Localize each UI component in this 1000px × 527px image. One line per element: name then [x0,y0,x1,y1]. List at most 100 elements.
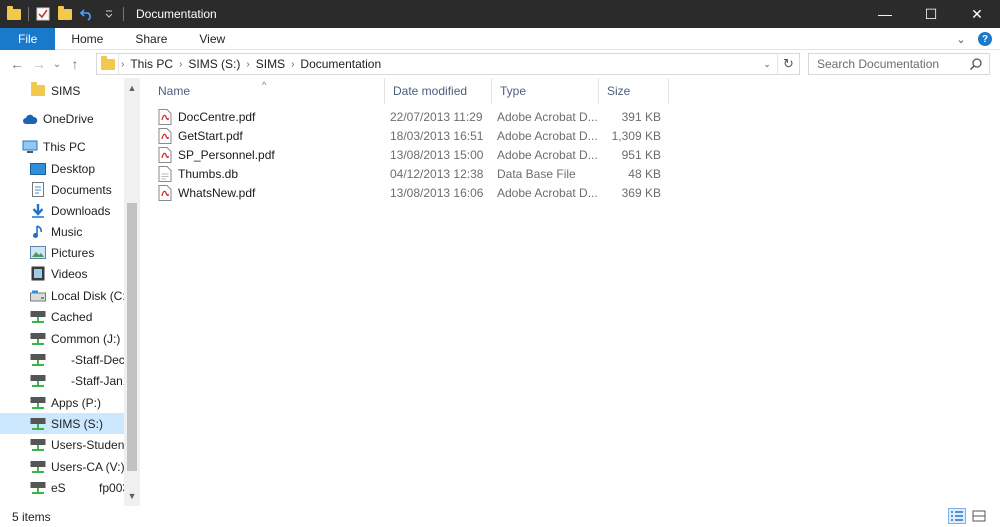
close-button[interactable]: ✕ [954,0,1000,28]
column-header-name[interactable]: Name [150,78,385,104]
crumb-separator[interactable]: › [289,59,296,70]
nav-item-cached[interactable]: Cached [0,306,124,327]
nav-item-desktop[interactable]: Desktop [0,158,124,179]
pdf-icon [158,146,172,163]
scroll-down-icon[interactable]: ▼ [124,488,140,504]
refresh-button[interactable]: ↻ [777,54,799,74]
up-button[interactable]: ↑ [64,53,86,75]
nav-scrollbar[interactable]: ▲ ▼ [124,78,140,506]
tab-share[interactable]: Share [119,28,183,50]
quick-access-toolbar [0,0,130,28]
table-row[interactable]: SP_Personnel.pdf 13/08/2013 15:00 Adobe … [158,145,678,164]
nav-item-onedrive[interactable]: OneDrive [0,108,124,129]
sort-indicator-icon: ^ [262,80,267,90]
nav-item-this-pc[interactable]: This PC [0,136,124,157]
forward-button[interactable]: → [28,53,50,75]
scroll-thumb[interactable] [127,203,137,471]
computer-icon [22,139,38,155]
table-row[interactable]: DocCentre.pdf 22/07/2013 11:29 Adobe Acr… [158,107,678,126]
minimize-button[interactable]: — [862,0,908,28]
file-size-cell: 391 KB [621,109,661,124]
nav-item-common[interactable]: Common (J:) [0,328,124,349]
file-size-cell: 48 KB [628,166,661,181]
file-size-cell: 369 KB [621,185,661,200]
crumb-separator[interactable]: › [244,59,251,70]
large-icons-view-icon [972,510,986,522]
breadcrumb-sims-drive[interactable]: SIMS (S:) [184,57,244,71]
details-view-button[interactable] [948,508,966,524]
nav-item-pictures[interactable]: Pictures [0,242,124,263]
crumb-separator[interactable]: › [177,59,184,70]
window-controls: — ☐ ✕ [862,0,1000,28]
help-icon[interactable]: ? [978,32,992,46]
breadcrumb-documentation[interactable]: Documentation [296,57,385,71]
nav-item-staff-jan[interactable]: -Staff-Jan14 [0,370,124,391]
network-drive-icon [30,480,46,496]
videos-icon [30,266,46,282]
scroll-up-icon[interactable]: ▲ [124,80,140,96]
column-header-date[interactable]: Date modified [385,78,492,104]
status-bar: 5 items [0,506,1000,527]
search-input[interactable]: Search Documentation [808,53,990,75]
undo-icon[interactable] [79,6,95,22]
window-title: Documentation [136,7,217,21]
column-header-size[interactable]: Size [599,78,669,104]
file-date-cell: 13/08/2013 16:06 [390,185,484,200]
file-date-cell: 04/12/2013 12:38 [390,166,484,181]
view-switcher [948,508,988,524]
file-size-cell: 951 KB [621,147,661,162]
tab-view[interactable]: View [183,28,241,50]
search-placeholder: Search Documentation [817,57,940,71]
navigation-pane: SIMS OneDrive This PC Desktop Documents … [0,78,140,506]
documents-icon [30,182,46,198]
nav-item-downloads[interactable]: Downloads [0,200,124,221]
network-drive-icon [30,373,46,389]
large-icons-view-button[interactable] [970,508,988,524]
file-name-cell: DocCentre.pdf [158,108,388,125]
search-icon[interactable] [969,57,983,71]
file-type-cell: Adobe Acrobat D... [497,109,597,124]
cloud-icon [22,111,38,127]
tab-file[interactable]: File [0,27,56,50]
nav-item-es-fp003[interactable]: eS fp003 [0,477,124,498]
new-folder-icon[interactable] [57,5,73,22]
breadcrumb-this-pc[interactable]: This PC [126,57,177,71]
breadcrumb-sims[interactable]: SIMS [252,57,289,71]
file-name-cell: GetStart.pdf [158,127,388,144]
nav-item-music[interactable]: Music [0,221,124,242]
tab-home[interactable]: Home [55,28,119,50]
customize-toolbar-icon[interactable] [101,6,117,22]
db-file-icon [158,165,172,182]
file-list: Name Date modified Type Size DocCentre.p… [150,78,1000,506]
folder-icon [30,82,46,99]
nav-item-staff-dec[interactable]: -Staff-Dec1 [0,349,124,370]
nav-item-sims-drive[interactable]: SIMS (S:) [0,413,124,434]
nav-item-apps[interactable]: Apps (P:) [0,392,124,413]
nav-item-videos[interactable]: Videos [0,263,124,284]
recent-locations-button[interactable]: ⌄ [50,53,64,75]
address-row: ← → ⌄ ↑ › This PC › SIMS (S:) › SIMS › D… [0,50,1000,78]
nav-item-documents[interactable]: Documents [0,179,124,200]
column-header-type[interactable]: Type [492,78,599,104]
ribbon-right-controls: ⌄ ? [954,28,992,50]
file-name-cell: Thumbs.db [158,165,388,182]
file-date-cell: 22/07/2013 11:29 [390,109,483,124]
expand-ribbon-icon[interactable]: ⌄ [954,32,968,46]
file-type-cell: Adobe Acrobat D... [497,185,597,200]
table-row[interactable]: WhatsNew.pdf 13/08/2013 16:06 Adobe Acro… [158,183,678,202]
nav-item-users-ca[interactable]: Users-CA (V:) [0,456,124,477]
address-dropdown-icon[interactable]: ⌄ [759,54,775,74]
table-row[interactable]: Thumbs.db 04/12/2013 12:38 Data Base Fil… [158,164,678,183]
nav-item-local-disk[interactable]: Local Disk (C:) [0,285,124,306]
properties-icon[interactable] [35,6,51,22]
address-bar[interactable]: › This PC › SIMS (S:) › SIMS › Documenta… [96,53,800,75]
nav-item-users-students[interactable]: Users-Students ( [0,434,124,455]
item-count: 5 items [12,509,51,524]
back-button[interactable]: ← [6,53,28,75]
file-type-cell: Adobe Acrobat D... [497,128,597,143]
folder-icon [6,5,22,22]
nav-item-sims[interactable]: SIMS [0,80,124,101]
maximize-button[interactable]: ☐ [908,0,954,28]
table-row[interactable]: GetStart.pdf 18/03/2013 16:51 Adobe Acro… [158,126,678,145]
pdf-icon [158,127,172,144]
